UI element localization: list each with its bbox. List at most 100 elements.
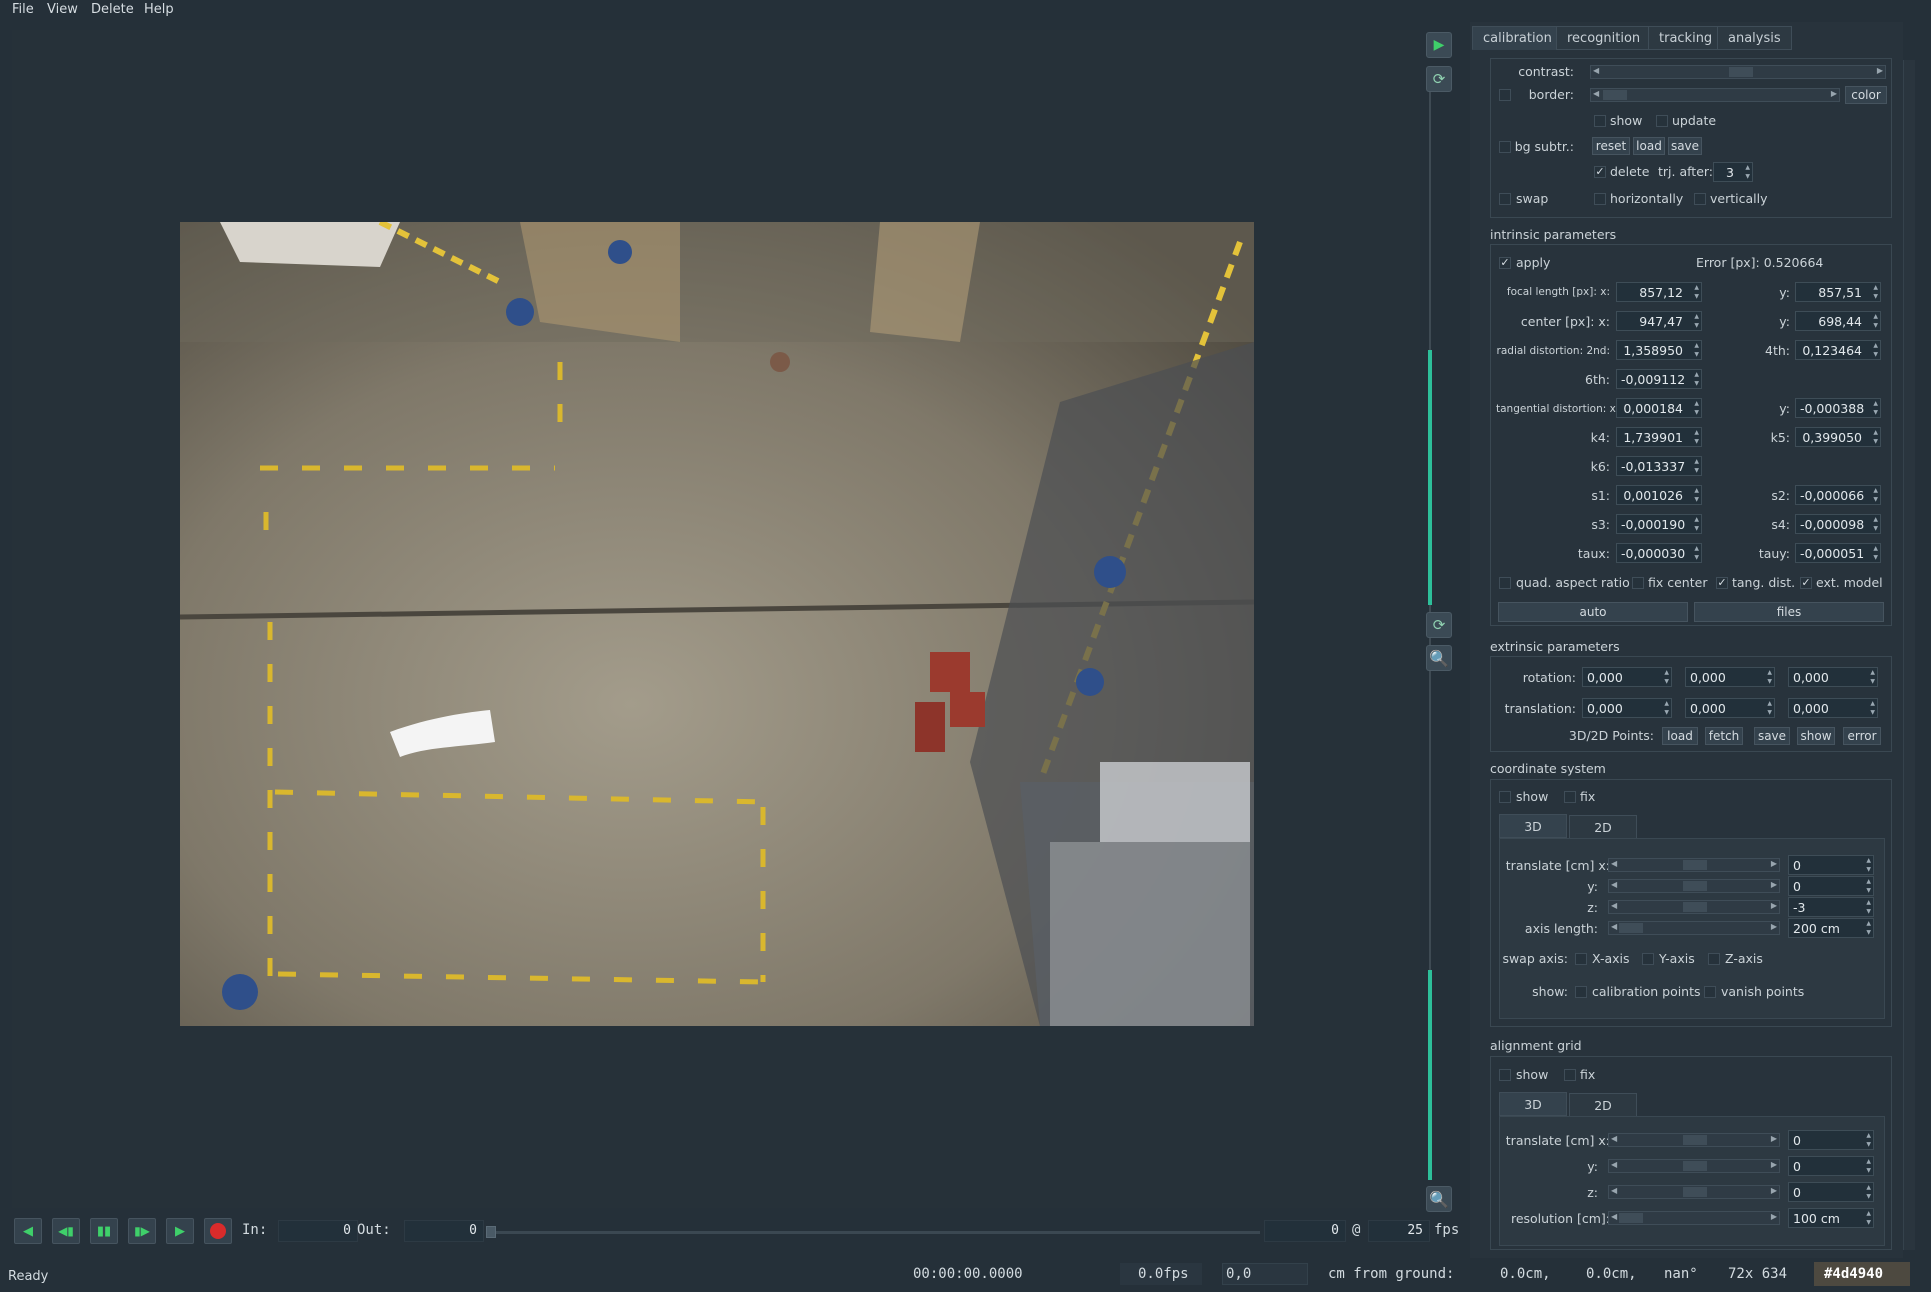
grid-translate-y-spinbox[interactable]: 0 [1788, 1156, 1874, 1176]
out-frame-field[interactable]: 0 [404, 1220, 484, 1242]
delete-checkbox[interactable]: ✓ [1594, 166, 1606, 178]
coord-translate-x-slider[interactable]: ◀ ▶ [1608, 858, 1780, 872]
trj-after-spinbox[interactable]: 3 [1713, 162, 1753, 182]
points-show-button[interactable]: show [1797, 727, 1835, 745]
grid-tab-2d[interactable]: 2D [1569, 1093, 1637, 1117]
bg-save-button[interactable]: save [1668, 137, 1702, 155]
coord-translate-z-spinbox[interactable]: -3 [1788, 897, 1874, 917]
tang-y-spinbox[interactable]: -0,000388 [1795, 398, 1881, 418]
files-button[interactable]: files [1694, 602, 1884, 622]
zoom-in-button[interactable]: 🔍 [1426, 645, 1452, 671]
border-color-button[interactable]: color [1845, 86, 1887, 104]
grid-translate-y-slider[interactable]: ◀ ▶ [1608, 1159, 1780, 1173]
fps-field[interactable]: 25 [1368, 1220, 1430, 1242]
bg-update-checkbox[interactable] [1656, 115, 1668, 127]
grid-resolution-slider[interactable]: ◀ ▶ [1608, 1211, 1780, 1225]
tab-tracking[interactable]: tracking [1648, 26, 1724, 50]
in-frame-field[interactable]: 0 [278, 1220, 358, 1242]
rotation-x-spinbox[interactable]: 0,000 [1582, 667, 1672, 687]
bg-show-checkbox[interactable] [1594, 115, 1606, 127]
grid-translate-z-slider[interactable]: ◀ ▶ [1608, 1185, 1780, 1199]
focal-x-spinbox[interactable]: 857,12 [1616, 282, 1702, 302]
s4-spinbox[interactable]: -0,000098 [1795, 514, 1881, 534]
tab-calibration[interactable]: calibration [1472, 26, 1563, 50]
step-forward-button[interactable]: ▮▶ [128, 1218, 156, 1244]
swap-vertically-checkbox[interactable] [1694, 193, 1706, 205]
panel-scrollbar[interactable] [1903, 60, 1915, 1250]
menu-help[interactable]: Help [144, 2, 174, 17]
translation-x-spinbox[interactable]: 0,000 [1582, 698, 1672, 718]
bg-reset-button[interactable]: reset [1592, 137, 1630, 155]
skip-back-button[interactable]: ◀ [14, 1218, 42, 1244]
tang-x-spinbox[interactable]: 0,000184 [1616, 398, 1702, 418]
coord-fix-checkbox[interactable] [1564, 791, 1576, 803]
axis-length-slider[interactable]: ◀ ▶ [1608, 921, 1780, 935]
grid-tab-3d[interactable]: 3D [1499, 1092, 1567, 1116]
k4-spinbox[interactable]: 1,739901 [1616, 427, 1702, 447]
coord-tab-2d[interactable]: 2D [1569, 815, 1637, 839]
menu-view[interactable]: View [47, 2, 78, 17]
grid-translate-x-spinbox[interactable]: 0 [1788, 1130, 1874, 1150]
coord-translate-z-slider[interactable]: ◀ ▶ [1608, 900, 1780, 914]
s2-spinbox[interactable]: -0,000066 [1795, 485, 1881, 505]
points-load-button[interactable]: load [1662, 727, 1698, 745]
auto-button[interactable]: auto [1498, 602, 1688, 622]
grid-show-checkbox[interactable] [1499, 1069, 1511, 1081]
translation-y-spinbox[interactable]: 0,000 [1685, 698, 1775, 718]
coord-translate-y-spinbox[interactable]: 0 [1788, 876, 1874, 896]
play-forward-button[interactable]: ▶ [166, 1218, 194, 1244]
pause-button[interactable]: ▮▮ [90, 1218, 118, 1244]
frame-slider-handle[interactable] [486, 1226, 496, 1238]
swap-y-axis-checkbox[interactable] [1642, 953, 1654, 965]
contrast-slider[interactable]: ◀ ▶ [1590, 65, 1886, 79]
s3-spinbox[interactable]: -0,000190 [1616, 514, 1702, 534]
coord-translate-y-slider[interactable]: ◀ ▶ [1608, 879, 1780, 893]
refresh-button-2[interactable]: ⟳ [1426, 612, 1452, 638]
coord-translate-x-spinbox[interactable]: 0 [1788, 855, 1874, 875]
video-frame[interactable] [180, 222, 1254, 1026]
radial-6th-spinbox[interactable]: -0,009112 [1616, 369, 1702, 389]
fix-center-checkbox[interactable] [1632, 577, 1644, 589]
swap-z-axis-checkbox[interactable] [1708, 953, 1720, 965]
coord-show-checkbox[interactable] [1499, 791, 1511, 803]
zoom-out-button[interactable]: 🔍 [1426, 1186, 1452, 1212]
coord-tab-3d[interactable]: 3D [1499, 814, 1567, 838]
tab-analysis[interactable]: analysis [1717, 26, 1792, 50]
points-fetch-button[interactable]: fetch [1705, 727, 1743, 745]
axis-length-spinbox[interactable]: 200 cm [1788, 918, 1874, 938]
tang-dist-checkbox[interactable]: ✓ [1716, 577, 1728, 589]
points-save-button[interactable]: save [1754, 727, 1790, 745]
border-slider[interactable]: ◀ ▶ [1590, 88, 1840, 102]
k5-spinbox[interactable]: 0,399050 [1795, 427, 1881, 447]
grid-resolution-spinbox[interactable]: 100 cm [1788, 1208, 1874, 1228]
focal-y-spinbox[interactable]: 857,51 [1795, 282, 1881, 302]
translation-z-spinbox[interactable]: 0,000 [1788, 698, 1878, 718]
center-x-spinbox[interactable]: 947,47 [1616, 311, 1702, 331]
tauy-spinbox[interactable]: -0,000051 [1795, 543, 1881, 563]
grid-translate-x-slider[interactable]: ◀ ▶ [1608, 1133, 1780, 1147]
refresh-button[interactable]: ⟳ [1426, 66, 1452, 92]
tab-recognition[interactable]: recognition [1556, 26, 1652, 50]
center-y-spinbox[interactable]: 698,44 [1795, 311, 1881, 331]
rotation-y-spinbox[interactable]: 0,000 [1685, 667, 1775, 687]
swap-checkbox[interactable] [1499, 193, 1511, 205]
swap-x-axis-checkbox[interactable] [1575, 953, 1587, 965]
taux-spinbox[interactable]: -0,000030 [1616, 543, 1702, 563]
frame-slider[interactable] [490, 1231, 1260, 1234]
points-error-button[interactable]: error [1843, 727, 1881, 745]
k6-spinbox[interactable]: -0,013337 [1616, 456, 1702, 476]
record-button[interactable] [204, 1218, 232, 1244]
grid-fix-checkbox[interactable] [1564, 1069, 1576, 1081]
current-frame-field[interactable]: 0 [1264, 1220, 1346, 1242]
radial-2nd-spinbox[interactable]: 1,358950 [1616, 340, 1702, 360]
quad-aspect-checkbox[interactable] [1499, 577, 1511, 589]
bg-load-button[interactable]: load [1633, 137, 1665, 155]
step-back-button[interactable]: ◀▮ [52, 1218, 80, 1244]
radial-4th-spinbox[interactable]: 0,123464 [1795, 340, 1881, 360]
vanish-points-checkbox[interactable] [1704, 986, 1716, 998]
grid-translate-z-spinbox[interactable]: 0 [1788, 1182, 1874, 1202]
apply-checkbox[interactable]: ✓ [1499, 257, 1511, 269]
menu-delete[interactable]: Delete [91, 2, 134, 17]
ext-model-checkbox[interactable]: ✓ [1800, 577, 1812, 589]
play-button[interactable]: ▶ [1426, 32, 1452, 58]
